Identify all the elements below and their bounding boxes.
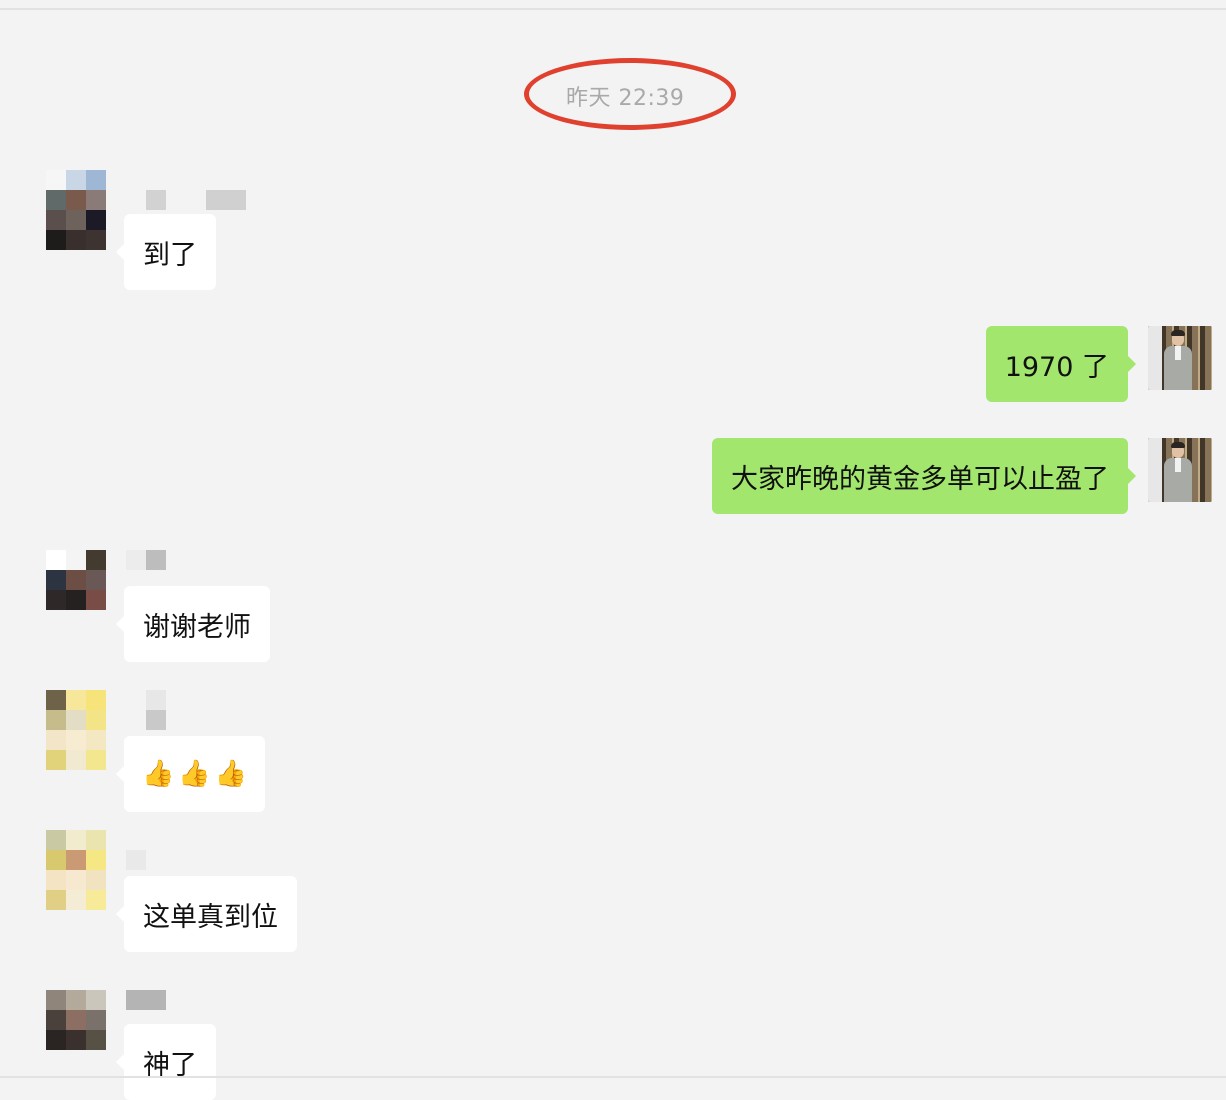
message-bubble[interactable]: 👍 👍 👍 — [115, 736, 266, 812]
thumbs-up-icon: 👍 — [214, 759, 248, 789]
bottom-divider — [0, 1076, 1226, 1078]
contact-avatar[interactable] — [46, 990, 106, 1050]
message-bubble[interactable]: 谢谢老师 — [116, 586, 270, 662]
message-bubble[interactable]: 1970 了 — [985, 326, 1137, 402]
message-bubble[interactable]: 到了 — [116, 214, 216, 290]
message-text: 谢谢老师 — [143, 611, 251, 643]
my-avatar[interactable] — [1148, 438, 1212, 502]
message-text: 这单真到位 — [143, 901, 278, 933]
thumbs-up-icon: 👍 — [178, 759, 211, 789]
message-bubble[interactable]: 这单真到位 — [116, 876, 297, 952]
contact-avatar-lower — [46, 750, 106, 770]
message-bubble[interactable]: 神了 — [116, 1024, 216, 1100]
contact-avatar[interactable] — [46, 550, 106, 610]
top-divider — [0, 8, 1226, 10]
sender-name-redacted — [146, 690, 166, 730]
timestamp-highlight-circle — [524, 58, 736, 130]
message-text: 1970 了 — [1004, 351, 1109, 383]
message-text: 大家昨晚的黄金多单可以止盈了 — [731, 463, 1109, 495]
sender-name-redacted — [126, 990, 166, 1010]
emoji-group: 👍 👍 👍 — [142, 761, 247, 787]
message-text: 到了 — [143, 239, 197, 271]
sender-name-redacted — [146, 190, 246, 210]
message-bubble[interactable]: 大家昨晚的黄金多单可以止盈了 — [712, 438, 1136, 514]
contact-avatar[interactable] — [46, 690, 106, 750]
sender-name-redacted — [126, 850, 146, 870]
contact-avatar[interactable] — [46, 830, 106, 910]
sender-name-redacted — [126, 550, 166, 570]
contact-avatar[interactable] — [46, 170, 106, 250]
my-avatar[interactable] — [1148, 326, 1212, 390]
thumbs-up-icon: 👍 — [142, 759, 175, 789]
